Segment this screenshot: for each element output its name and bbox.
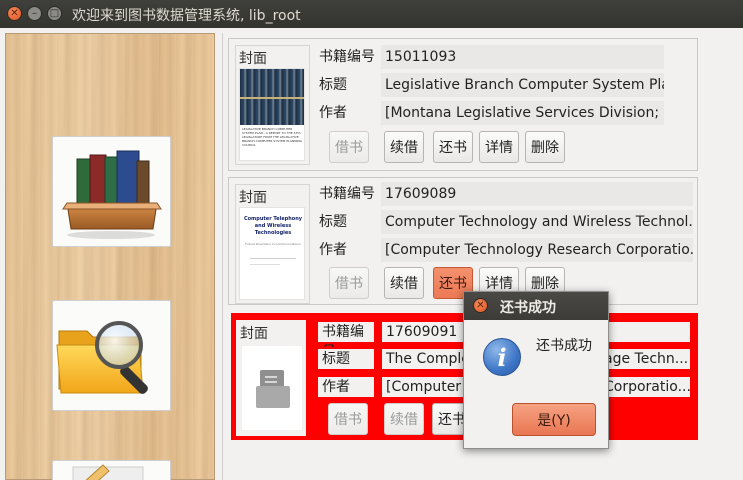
isbn-label: 书籍编号 xyxy=(316,320,376,360)
window-title: 欢迎来到图书数据管理系统, lib_root xyxy=(72,8,301,24)
isbn-value: 17609089 xyxy=(381,182,693,206)
title-label: 标题 xyxy=(319,214,347,230)
edit-document-icon xyxy=(72,464,144,480)
books-in-tray-icon xyxy=(62,150,162,239)
title-value: Legislative Branch Computer System Plan xyxy=(381,73,664,97)
isbn-label: 书籍编号 xyxy=(319,49,375,65)
window-minimize-button[interactable]: – xyxy=(27,6,42,21)
author-label: 作者 xyxy=(319,242,347,258)
author-value: [Montana Legislative Services Division; … xyxy=(381,101,664,125)
details-button[interactable]: 详情 xyxy=(479,131,519,163)
title-value: Computer Technology and Wireless Technol… xyxy=(381,210,693,234)
sidebar-search-button[interactable] xyxy=(52,300,171,411)
sidebar-books-button[interactable] xyxy=(52,136,171,247)
delete-button[interactable]: 删除 xyxy=(525,131,565,163)
book-cover-image: LEGISLATIVE BRANCH COMPUTER SYSTEM PLAN … xyxy=(239,68,305,161)
isbn-label: 书籍编号 xyxy=(319,186,375,202)
cover-caption: LEGISLATIVE BRANCH COMPUTER SYSTEM PLAN … xyxy=(242,127,302,147)
book-placeholder-icon xyxy=(256,370,290,408)
borrow-button[interactable]: 借书 xyxy=(328,403,368,435)
cover-label: 封面 xyxy=(239,190,267,206)
book-card: 封面 Computer Telephony and Wireless Techn… xyxy=(228,177,698,305)
title-label: 标题 xyxy=(316,347,376,371)
folder-search-icon xyxy=(56,321,148,394)
author-value-start: [Computer T xyxy=(386,379,475,395)
renew-button[interactable]: 续借 xyxy=(384,131,424,163)
renew-button[interactable]: 续借 xyxy=(384,403,424,435)
window-titlebar: ✕ – □ 欢迎来到图书数据管理系统, lib_root xyxy=(0,0,743,28)
sidebar-edit-button[interactable] xyxy=(52,460,171,480)
dialog-titlebar: ✕ 还书成功 xyxy=(464,292,608,320)
dialog-close-button[interactable]: ✕ xyxy=(473,298,488,313)
dialog-title: 还书成功 xyxy=(500,300,556,316)
author-label: 作者 xyxy=(319,105,347,121)
cover-title: Computer Telephony and Wireless Technolo… xyxy=(243,216,303,236)
renew-button[interactable]: 续借 xyxy=(384,267,424,299)
dialog-ok-button[interactable]: 是(Y) xyxy=(512,403,596,436)
borrow-button[interactable]: 借书 xyxy=(329,131,369,163)
cover-frame: 封面 LEGISLATIVE BRANCH COMPUTER SYSTEM PL… xyxy=(235,45,310,165)
title-value-start: The Comple xyxy=(386,351,470,367)
isbn-value: 15011093 xyxy=(381,45,664,69)
info-dialog: ✕ 还书成功 i 还书成功 是(Y) xyxy=(463,291,609,449)
dialog-message: 还书成功 xyxy=(536,338,592,354)
sidebar xyxy=(5,33,215,480)
cover-frame: 封面 Computer Telephony and Wireless Techn… xyxy=(235,184,310,304)
borrow-button[interactable]: 借书 xyxy=(329,267,369,299)
window-close-button[interactable]: ✕ xyxy=(7,6,22,21)
window-maximize-button[interactable]: □ xyxy=(47,6,62,21)
cover-frame: 封面 xyxy=(236,320,306,436)
author-value: [Computer Technology Research Corporatio… xyxy=(381,238,693,262)
author-value-end: Corporatio... xyxy=(604,379,691,395)
book-cover-image: Computer Telephony and Wireless Technolo… xyxy=(239,207,305,300)
cover-label: 封面 xyxy=(239,51,267,67)
return-button[interactable]: 还书 xyxy=(433,131,473,163)
cover-subtitle: Future Directions in Communications xyxy=(245,242,301,246)
info-icon: i xyxy=(483,338,521,376)
title-label: 标题 xyxy=(319,77,347,93)
title-value-end: age Techn... xyxy=(604,351,689,367)
author-label: 作者 xyxy=(316,375,376,399)
cover-label: 封面 xyxy=(240,326,268,342)
book-card: 封面 LEGISLATIVE BRANCH COMPUTER SYSTEM PL… xyxy=(228,38,698,171)
book-cover-placeholder xyxy=(241,345,303,431)
